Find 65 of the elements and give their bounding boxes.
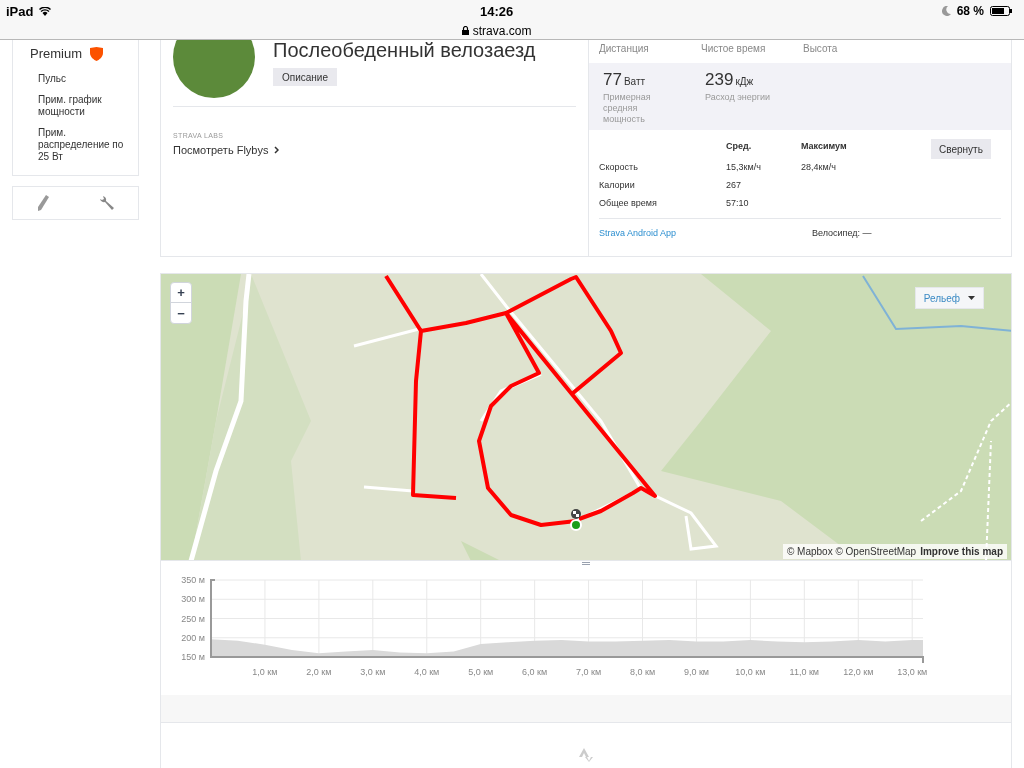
moon-icon bbox=[941, 6, 951, 16]
x-tick-label: 9,0 км bbox=[683, 667, 709, 677]
premium-item[interactable]: Пульс bbox=[38, 72, 124, 85]
battery-percentage: 68 % bbox=[956, 3, 984, 20]
x-tick-label: 10,0 км bbox=[735, 667, 766, 677]
device-name: iPad bbox=[6, 3, 34, 21]
improve-map-link[interactable]: Improve this map bbox=[920, 544, 1003, 559]
zoom-out-button[interactable]: − bbox=[171, 303, 191, 323]
y-tick-label: 300 м bbox=[181, 594, 205, 605]
stat-label: Примерная средняя мощность bbox=[603, 92, 652, 125]
stat-value: 239 кДж bbox=[705, 70, 755, 91]
table-cell-text: Общее время bbox=[599, 197, 658, 211]
table-cell-text: Скорость bbox=[599, 161, 639, 175]
y-tick-label: 350 м bbox=[181, 575, 205, 585]
zoom-in-button[interactable]: + bbox=[171, 283, 191, 303]
device-link[interactable]: Strava Android App bbox=[599, 227, 812, 241]
lock-icon bbox=[461, 26, 469, 35]
description-button[interactable]: Описание bbox=[273, 68, 337, 86]
premium-item[interactable]: Прим. график мощности bbox=[38, 93, 124, 118]
column-header: Сред. bbox=[726, 140, 753, 153]
x-tick-label: 7,0 км bbox=[576, 667, 602, 677]
premium-title: Premium bbox=[30, 45, 82, 63]
y-tick-label: 150 м bbox=[181, 652, 205, 662]
x-tick-label: 1,0 км bbox=[252, 667, 278, 677]
flybys-link[interactable]: Посмотреть Flybys bbox=[173, 141, 576, 158]
bike-label: Велосипед: — bbox=[812, 227, 872, 240]
map-attribution: © Mapbox © OpenStreetMap bbox=[786, 545, 917, 559]
wrench-icon[interactable] bbox=[97, 194, 114, 211]
x-tick-label: 4,0 км bbox=[414, 667, 440, 677]
x-tick-label: 8,0 км bbox=[629, 667, 656, 677]
table-cell-text: 267 bbox=[726, 179, 743, 193]
x-tick-label: 6,0 км bbox=[522, 667, 548, 677]
premium-item[interactable]: Прим. распределение по 25 Вт bbox=[38, 126, 124, 163]
stat-label: Расход энергии bbox=[705, 92, 772, 103]
clock-time: 14:26 bbox=[479, 3, 514, 21]
x-tick-label: 3,0 км bbox=[360, 667, 386, 677]
url-text: strava.com bbox=[472, 22, 532, 40]
caret-icon bbox=[968, 296, 975, 300]
wifi-icon bbox=[39, 7, 52, 17]
resize-handle[interactable] bbox=[582, 562, 590, 565]
stat-label: Высота bbox=[803, 42, 839, 56]
battery-icon bbox=[990, 6, 1012, 16]
x-tick-label: 11,0 км bbox=[789, 667, 820, 677]
strava-logo-icon bbox=[579, 748, 593, 762]
x-tick-label: 2,0 км bbox=[306, 667, 332, 677]
table-cell: 28,4км/ч bbox=[801, 161, 836, 175]
finish-flag-icon bbox=[571, 509, 581, 519]
table-cell-text: Калории bbox=[599, 179, 636, 193]
pencil-icon[interactable] bbox=[37, 194, 50, 211]
shield-icon bbox=[90, 46, 103, 61]
activity-title: Послеобеденный велозаезд bbox=[273, 38, 536, 62]
collapse-button[interactable]: Свернуть bbox=[931, 139, 991, 159]
stat-label: Дистанция bbox=[599, 42, 650, 56]
terrain-dropdown[interactable]: Рельеф bbox=[914, 287, 984, 309]
stat-label: Чистое время bbox=[701, 42, 767, 56]
column-header: Максимум bbox=[801, 140, 848, 153]
stat-value: 77 Ватт bbox=[603, 70, 647, 91]
x-tick-label: 5,0 км bbox=[468, 667, 494, 677]
y-tick-label: 200 м bbox=[181, 632, 205, 643]
table-cell-text: 57:10 bbox=[726, 197, 750, 211]
x-tick-label: 13,0 км bbox=[897, 667, 928, 677]
y-tick-label: 250 м bbox=[181, 613, 205, 624]
chevron-right-icon bbox=[274, 145, 280, 154]
x-tick-label: 12,0 км bbox=[843, 667, 874, 677]
table-cell-text: 15,3км/ч bbox=[726, 161, 762, 175]
